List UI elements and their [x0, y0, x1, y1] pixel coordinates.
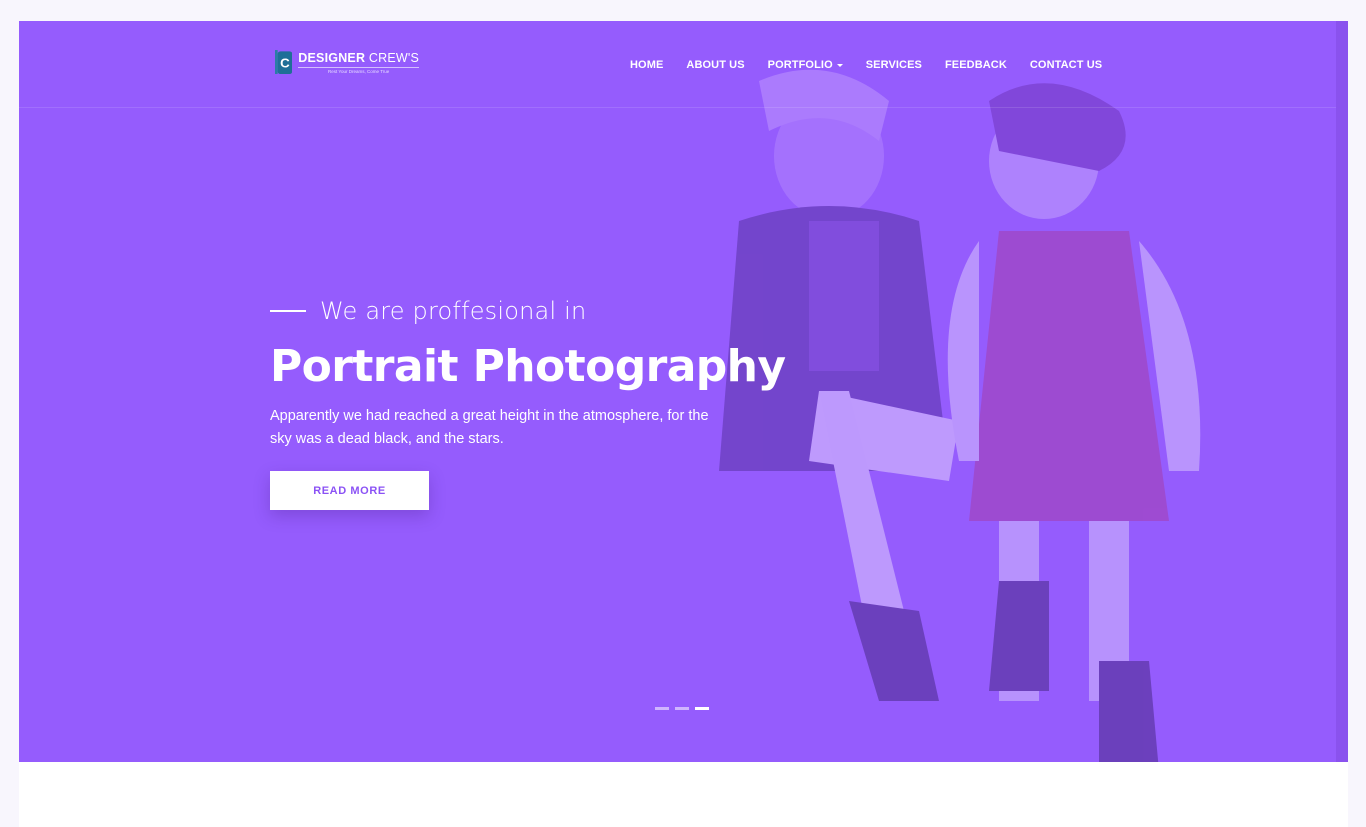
- slider-dots: [655, 707, 709, 710]
- right-edge-strip: [1336, 21, 1348, 762]
- nav-label-contact-us: CONTACT US: [1029, 59, 1103, 71]
- dropdown-caret-icon: [836, 63, 843, 67]
- kicker-line: [270, 310, 306, 312]
- brand-tagline: Rest Your Dreams, Come True: [298, 66, 419, 74]
- brand-name-light: CREW'S: [368, 50, 419, 65]
- nav-item-about-us[interactable]: ABOUT US: [686, 59, 744, 71]
- nav-item-home[interactable]: HOME: [630, 59, 663, 71]
- site-header: C DESIGNER CREW'S Rest Your Dreams, Come…: [19, 21, 1336, 108]
- hero-description: Apparently we had reached a great height…: [270, 408, 709, 447]
- hero-slider: C DESIGNER CREW'S Rest Your Dreams, Come…: [19, 21, 1348, 762]
- nav-label-home: HOME: [630, 59, 664, 71]
- main-nav: HOME ABOUT US PORTFOLIO SERVICES FEEDBAC…: [630, 55, 1102, 75]
- page-frame: C DESIGNER CREW'S Rest Your Dreams, Come…: [19, 21, 1348, 827]
- logo-mark-letter: C: [280, 55, 290, 70]
- nav-label-services: SERVICES: [865, 59, 922, 71]
- hero-headline: Portrait Photography: [270, 341, 786, 392]
- slider-dot-1[interactable]: [655, 707, 669, 710]
- nav-item-contact-us[interactable]: CONTACT US: [1030, 59, 1102, 71]
- nav-label-feedback: FEEDBACK: [944, 59, 1007, 71]
- brand-name: DESIGNER CREW'S: [298, 51, 419, 65]
- brand-name-bold: DESIGNER: [298, 50, 366, 65]
- logo-text: DESIGNER CREW'S Rest Your Dreams, Come T…: [298, 51, 419, 74]
- nav-item-feedback[interactable]: FEEDBACK: [945, 59, 1007, 71]
- hero-kicker: We are proffesional in: [270, 297, 830, 325]
- nav-item-services[interactable]: SERVICES: [866, 59, 922, 71]
- hero-kicker-text: We are proffesional in: [320, 297, 587, 325]
- nav-label-about-us: ABOUT US: [686, 59, 745, 71]
- slider-dot-2[interactable]: [675, 707, 689, 710]
- hero-content: We are proffesional in Portrait Photogra…: [270, 297, 830, 510]
- brand-logo[interactable]: C DESIGNER CREW'S Rest Your Dreams, Come…: [275, 41, 419, 83]
- nav-label-portfolio: PORTFOLIO: [767, 59, 833, 71]
- logo-mark-icon: C: [275, 50, 293, 74]
- nav-item-portfolio[interactable]: PORTFOLIO: [768, 59, 843, 71]
- read-more-button[interactable]: READ MORE: [270, 471, 429, 510]
- slider-dot-3[interactable]: [695, 707, 709, 710]
